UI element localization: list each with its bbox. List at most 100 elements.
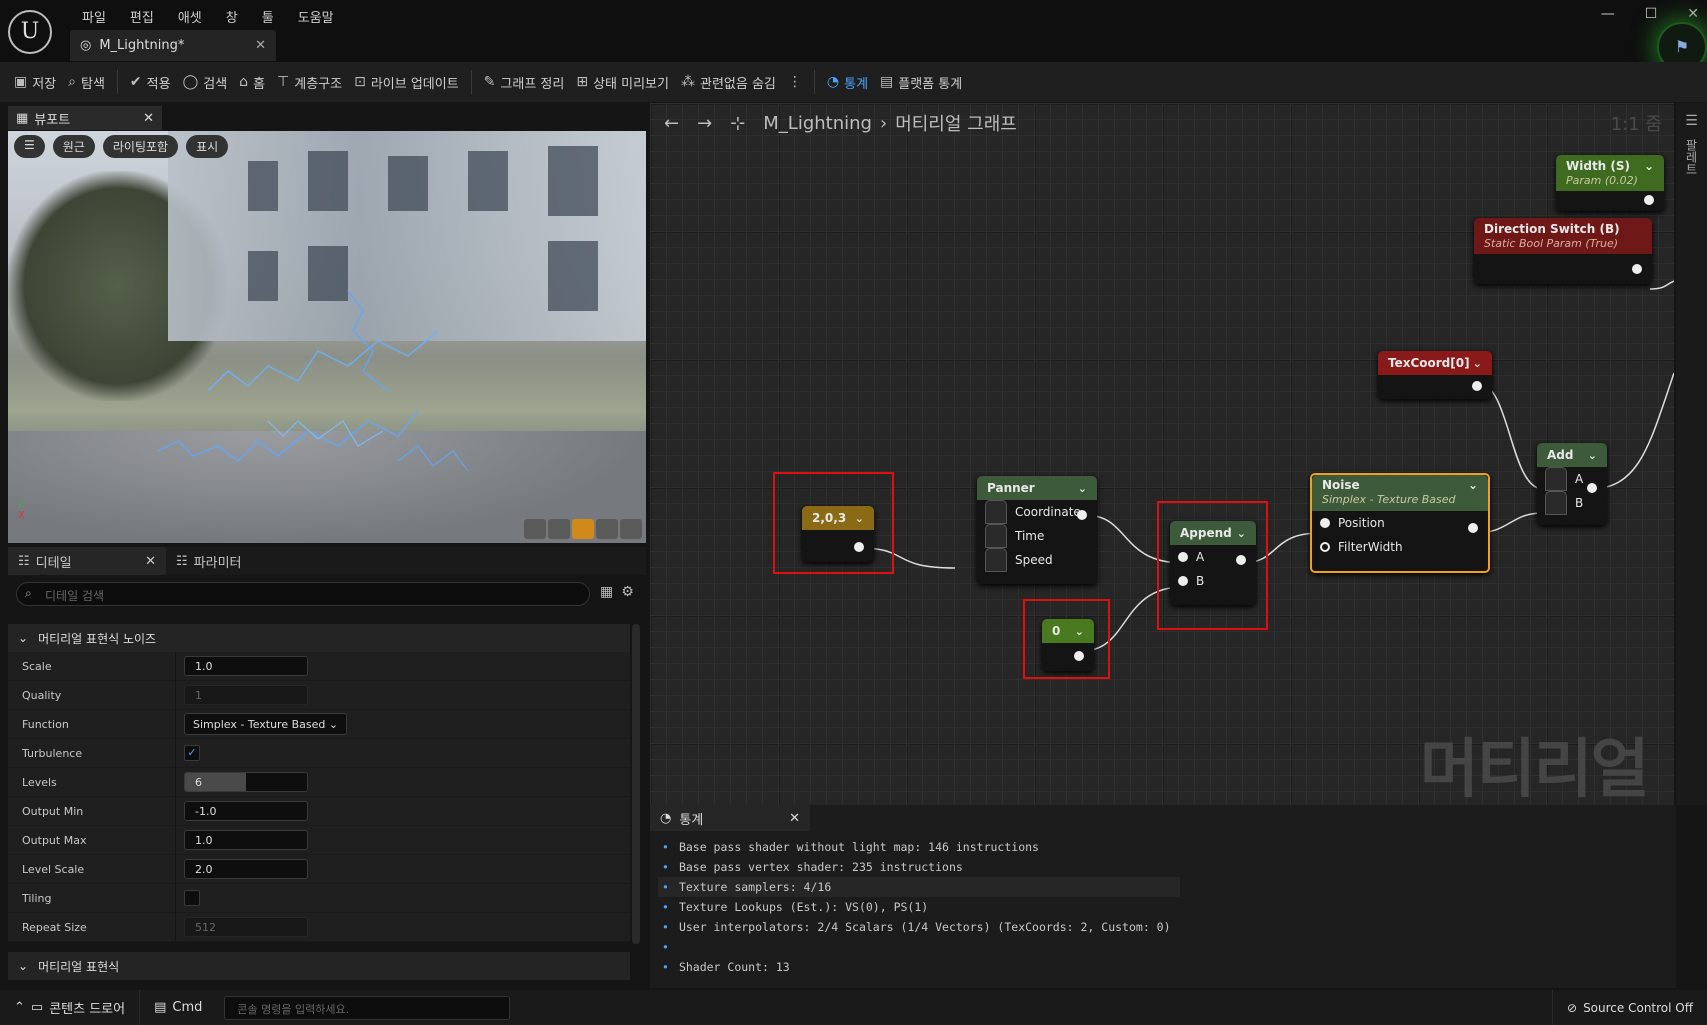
platform-stats-icon: ▤	[880, 74, 894, 90]
preview-state-button[interactable]: ⊞ 상태 미리보기	[570, 67, 675, 97]
cube-preview-icon[interactable]	[596, 519, 618, 539]
details-tabs: ☷ 디테일 ✕ ☷ 파라미터	[8, 547, 646, 575]
custom-mesh-preview-icon[interactable]	[620, 519, 642, 539]
menu-asset[interactable]: 애셋	[166, 4, 214, 29]
settings-gear-icon[interactable]: ⚙	[621, 584, 634, 600]
output-max-input[interactable]: 1.0	[184, 830, 308, 850]
maximize-icon[interactable]: ☐	[1645, 6, 1658, 22]
details-scrollbar[interactable]	[632, 624, 640, 944]
live-update-button[interactable]: ⊡ 라이브 업데이트	[348, 67, 465, 97]
parameters-icon: ☷	[176, 553, 188, 569]
browse-icon: ⌕	[68, 74, 76, 90]
graph-watermark: 머티리얼	[1420, 733, 1650, 805]
output-pin[interactable]	[1632, 264, 1642, 274]
chevron-down-icon[interactable]: ⌄	[1078, 482, 1087, 495]
node-add[interactable]: Add ⌄ A B	[1537, 443, 1607, 525]
content-drawer-button[interactable]: ⌃ ▭ 콘텐츠 드로어	[0, 990, 141, 1025]
perspective-button[interactable]: 원근	[52, 135, 95, 158]
viewport-menu-icon[interactable]: ☰	[14, 135, 45, 158]
save-button[interactable]: ▣ 저장	[8, 67, 62, 97]
tiling-checkbox[interactable]	[184, 890, 200, 906]
input-pin-filterwidth[interactable]: FilterWidth	[1312, 535, 1488, 559]
minimize-icon[interactable]: —	[1601, 6, 1615, 22]
output-pin[interactable]	[1472, 381, 1482, 391]
viewport[interactable]: ☰ 원근 라이팅포함 표시 ZX	[8, 131, 646, 543]
node-noise[interactable]: Noise ⌄ Simplex - Texture Based Position …	[1310, 473, 1490, 573]
chevron-down-icon[interactable]: ⌄	[1644, 159, 1654, 173]
close-window-icon[interactable]: ✕	[1687, 6, 1699, 22]
tab-details[interactable]: ☷ 디테일 ✕	[8, 547, 166, 575]
node-width-param[interactable]: Width (S) ⌄ Param (0.02)	[1556, 155, 1664, 211]
home-button[interactable]: ⌂ 홈	[233, 67, 271, 97]
function-dropdown[interactable]: Simplex - Texture Based ⌄	[184, 713, 348, 735]
input-pin-position[interactable]: Position	[1312, 511, 1488, 535]
console-command-input[interactable]: 콘솔 명령을 입력하세요.	[224, 995, 511, 1020]
close-viewport-icon[interactable]: ✕	[143, 111, 154, 126]
plane-preview-icon[interactable]	[572, 519, 594, 539]
platform-stats-button[interactable]: ▤ 플랫폼 통계	[874, 67, 968, 97]
chevron-down-icon[interactable]: ⌄	[1588, 449, 1597, 462]
menu-file[interactable]: 파일	[70, 4, 118, 29]
section-header-expression[interactable]: ⌄ 머티리얼 표현식	[8, 952, 630, 980]
menu-tools[interactable]: 툴	[250, 4, 286, 29]
table-view-icon[interactable]: ▦	[600, 584, 613, 600]
input-pin-b[interactable]: B	[1537, 491, 1607, 515]
chevron-down-icon[interactable]: ⌄	[1473, 357, 1482, 370]
stats-line: Texture Lookups (Est.): VS(0), PS(1)	[658, 897, 1180, 917]
hierarchy-button[interactable]: ⊤ 계층구조	[271, 67, 348, 97]
show-button[interactable]: 표시	[186, 135, 229, 158]
close-details-icon[interactable]: ✕	[145, 554, 156, 569]
node-direction-switch[interactable]: Direction Switch (B) Static Bool Param (T…	[1474, 218, 1652, 284]
sphere-preview-icon[interactable]	[548, 519, 570, 539]
cmd-button[interactable]: ▤ Cmd	[140, 990, 216, 1025]
turbulence-checkbox[interactable]: ✓	[184, 745, 200, 761]
palette-menu-icon[interactable]: ☰	[1676, 113, 1707, 129]
building-window	[468, 151, 508, 211]
menu-window[interactable]: 창	[214, 4, 250, 29]
output-min-input[interactable]: -1.0	[184, 801, 308, 821]
apply-icon: ✔	[129, 74, 142, 90]
node-texcoord[interactable]: TexCoord[0] ⌄	[1378, 351, 1492, 399]
tab-viewport[interactable]: ▦ 뷰포트 ✕	[8, 106, 162, 130]
browse-button[interactable]: ⌕ 탐색	[62, 67, 111, 97]
output-pin[interactable]	[1468, 523, 1478, 533]
chevron-down-icon[interactable]: ⌄	[1468, 478, 1478, 492]
node-panner[interactable]: Panner ⌄ Coordinate Time Speed	[977, 476, 1097, 584]
output-pin[interactable]	[1077, 510, 1087, 520]
quality-input: 1	[184, 685, 308, 705]
more-options-icon[interactable]: ⋮	[782, 67, 808, 97]
close-stats-icon[interactable]: ✕	[789, 811, 800, 826]
input-pin-time[interactable]: Time	[977, 524, 1097, 548]
material-icon: ◎	[80, 38, 92, 53]
palette-tab[interactable]: 팔레트	[1683, 139, 1700, 175]
clean-graph-button[interactable]: ✎ 그래프 정리	[478, 67, 571, 97]
unreal-logo-icon[interactable]: U	[8, 10, 52, 54]
section-header-noise[interactable]: ⌄ 머티리얼 표현식 노이즈	[8, 624, 630, 652]
menu-edit[interactable]: 편집	[118, 4, 166, 29]
material-graph[interactable]: ← → ⊹ M_Lightning › 머티리얼 그래프 1:1 줌 Width…	[650, 103, 1674, 805]
menu-help[interactable]: 도움말	[286, 4, 346, 29]
source-control-button[interactable]: ⊘ Source Control Off	[1552, 990, 1707, 1025]
lit-button[interactable]: 라이팅포함	[102, 135, 179, 158]
stats-button[interactable]: ◔ 통계	[821, 67, 874, 97]
close-tab-icon[interactable]: ✕	[255, 38, 266, 53]
scale-input[interactable]: 1.0	[184, 656, 308, 676]
apply-button[interactable]: ✔ 적용	[124, 67, 177, 97]
input-pin-speed[interactable]: Speed	[977, 548, 1097, 572]
lightning-effect	[157, 290, 469, 472]
stats-line: Base pass vertex shader: 235 instruction…	[658, 857, 1180, 877]
output-pin[interactable]	[1587, 483, 1597, 493]
document-tab[interactable]: ◎ M_Lightning* ✕	[70, 30, 276, 61]
chevron-down-icon: ⌄	[328, 718, 339, 731]
stats-list: Base pass shader without light map: 146 …	[658, 837, 1180, 977]
levels-slider[interactable]: 6	[184, 772, 308, 792]
cylinder-preview-icon[interactable]	[524, 519, 546, 539]
output-pin[interactable]	[1644, 195, 1654, 205]
details-search-input[interactable]: ⌕ 디테일 검색	[16, 582, 590, 606]
tab-parameters[interactable]: ☷ 파라미터	[166, 547, 324, 575]
level-scale-input[interactable]: 2.0	[184, 859, 308, 879]
search-button[interactable]: ◯ 검색	[177, 67, 234, 97]
toolbar: ▣ 저장 ⌕ 탐색 ✔ 적용 ◯ 검색 ⌂ 홈 ⊤ 계층구조 ⊡ 라이브 업데이트 ✎ 그래프 …	[0, 62, 1707, 102]
hide-unrelated-button[interactable]: ⁂ 관련없음 숨김	[675, 67, 782, 97]
tab-stats[interactable]: ◔ 통계 ✕	[650, 805, 810, 831]
